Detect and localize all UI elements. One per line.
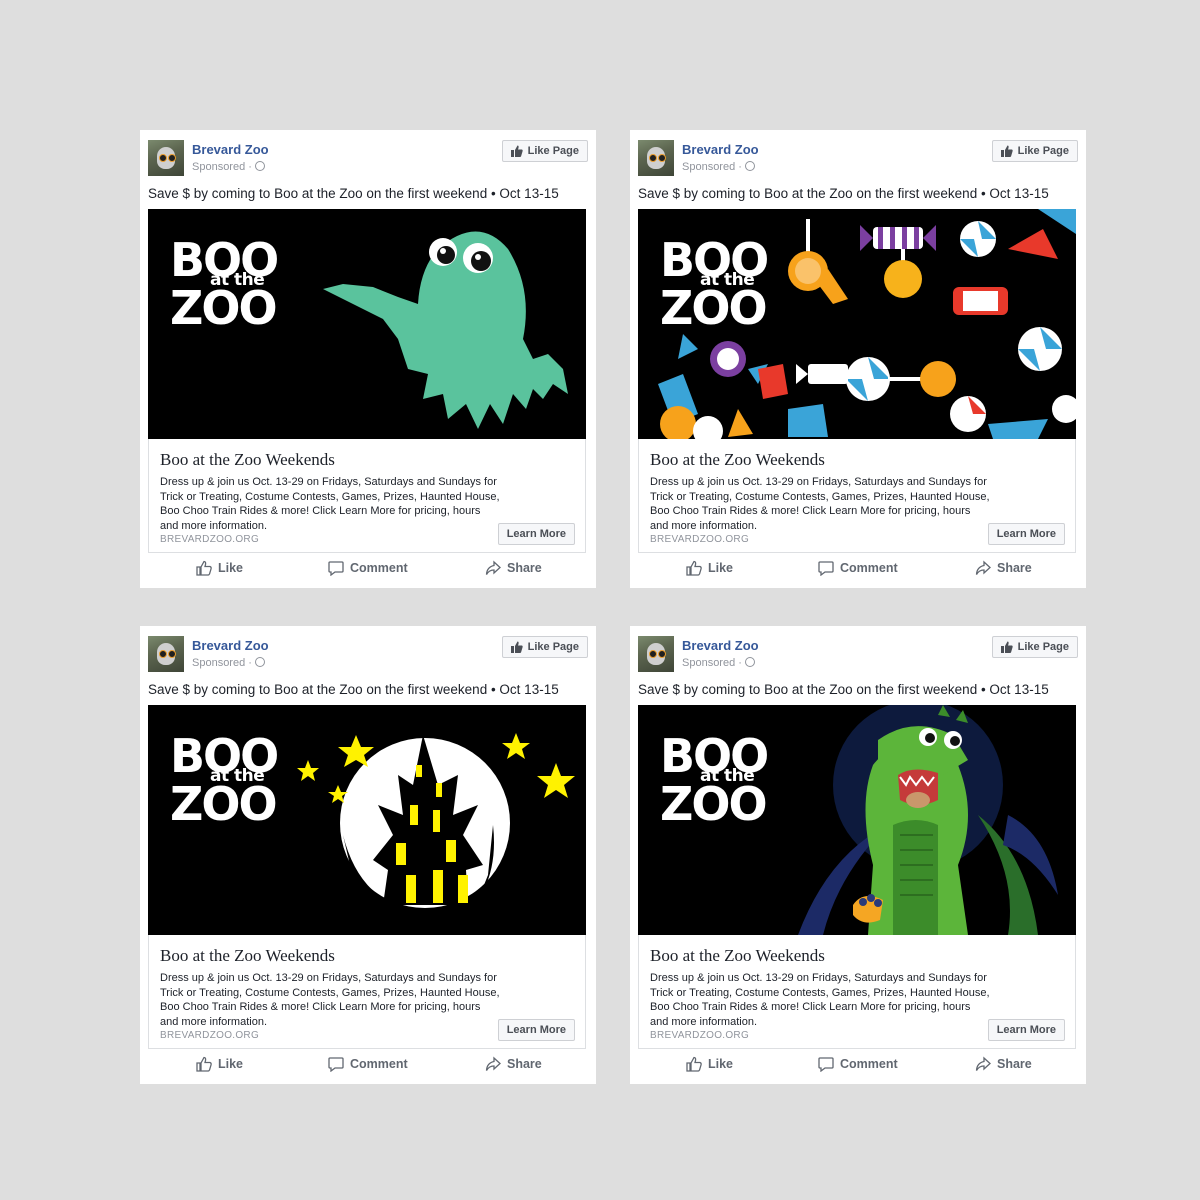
post-message: Save $ by coming to Boo at the Zoo on th…	[638, 186, 1049, 201]
card-domain: BREVARDZOO.ORG	[650, 534, 750, 545]
post-header: Brevard Zoo Sponsored · Like Page	[148, 140, 588, 178]
comment-icon	[818, 561, 834, 576]
share-icon	[485, 1056, 501, 1071]
ad-banner-image[interactable]: BOO at the ZOO	[148, 209, 586, 439]
ad-banner-image[interactable]: BOO at the ZOO	[638, 209, 1076, 439]
like-page-button[interactable]: Like Page	[991, 636, 1078, 658]
share-button[interactable]: Share	[485, 1056, 542, 1072]
share-button[interactable]: Share	[485, 560, 542, 576]
post-header: Brevard Zoo Sponsored · Like Page	[638, 636, 1078, 674]
ad-post: Brevard Zoo Sponsored · Like Page Save $…	[140, 130, 596, 588]
share-icon	[975, 1056, 991, 1071]
like-button[interactable]: Like	[196, 560, 243, 576]
card-title[interactable]: Boo at the Zoo Weekends	[650, 946, 825, 966]
card-title[interactable]: Boo at the Zoo Weekends	[160, 946, 335, 966]
card-description: Dress up & join us Oct. 13-29 on Fridays…	[650, 476, 990, 532]
card-description: Dress up & join us Oct. 13-29 on Fridays…	[160, 972, 500, 1028]
comment-button[interactable]: Comment	[818, 560, 898, 576]
thumbs-up-icon	[1000, 641, 1013, 653]
page-avatar[interactable]	[638, 636, 674, 672]
boo-at-the-zoo-logo: BOO at the ZOO	[660, 729, 769, 831]
share-icon	[975, 560, 991, 575]
ad-banner-image[interactable]: BOO at the ZOO	[148, 705, 586, 935]
post-message: Save $ by coming to Boo at the Zoo on th…	[148, 682, 559, 697]
card-description: Dress up & join us Oct. 13-29 on Fridays…	[160, 476, 500, 532]
card-title[interactable]: Boo at the Zoo Weekends	[650, 450, 825, 470]
post-actions: Like Comment Share	[638, 1056, 1076, 1078]
comment-icon	[328, 561, 344, 576]
globe-icon	[254, 161, 265, 171]
ad-post: Brevard Zoo Sponsored · Like Page Save $…	[630, 130, 1086, 588]
page-name-link[interactable]: Brevard Zoo	[192, 142, 269, 157]
post-actions: Like Comment Share	[638, 560, 1076, 582]
page-avatar[interactable]	[148, 140, 184, 176]
page-avatar[interactable]	[148, 636, 184, 672]
ad-post: Brevard Zoo Sponsored · Like Page Save $…	[630, 626, 1086, 1084]
like-button[interactable]: Like	[686, 1056, 733, 1072]
page-name-link[interactable]: Brevard Zoo	[682, 142, 759, 157]
post-actions: Like Comment Share	[148, 560, 586, 582]
page-name-link[interactable]: Brevard Zoo	[192, 638, 269, 653]
comment-button[interactable]: Comment	[328, 1056, 408, 1072]
post-header: Brevard Zoo Sponsored · Like Page	[148, 636, 588, 674]
post-header: Brevard Zoo Sponsored · Like Page	[638, 140, 1078, 178]
page-avatar[interactable]	[638, 140, 674, 176]
boo-at-the-zoo-logo: BOO at the ZOO	[660, 233, 769, 335]
learn-more-button[interactable]: Learn More	[497, 523, 575, 545]
post-message: Save $ by coming to Boo at the Zoo on th…	[638, 682, 1049, 697]
thumbs-up-icon	[510, 641, 523, 653]
globe-icon	[744, 161, 755, 171]
link-card[interactable]: Boo at the Zoo Weekends Dress up & join …	[148, 439, 586, 553]
thumbs-up-icon	[196, 560, 212, 576]
link-card[interactable]: Boo at the Zoo Weekends Dress up & join …	[638, 935, 1076, 1049]
like-page-button[interactable]: Like Page	[991, 140, 1078, 162]
thumbs-up-icon	[196, 1056, 212, 1072]
boo-at-the-zoo-logo: BOO at the ZOO	[170, 729, 279, 831]
sponsored-label: Sponsored ·	[682, 161, 755, 173]
sponsored-label: Sponsored ·	[192, 657, 265, 669]
thumbs-up-icon	[510, 145, 523, 157]
like-button[interactable]: Like	[196, 1056, 243, 1072]
comment-icon	[328, 1057, 344, 1072]
post-message: Save $ by coming to Boo at the Zoo on th…	[148, 186, 559, 201]
comment-button[interactable]: Comment	[818, 1056, 898, 1072]
card-domain: BREVARDZOO.ORG	[160, 1030, 260, 1041]
share-button[interactable]: Share	[975, 1056, 1032, 1072]
post-actions: Like Comment Share	[148, 1056, 586, 1078]
ad-post: Brevard Zoo Sponsored · Like Page Save $…	[140, 626, 596, 1084]
learn-more-button[interactable]: Learn More	[987, 1019, 1065, 1041]
link-card[interactable]: Boo at the Zoo Weekends Dress up & join …	[638, 439, 1076, 553]
ad-banner-image[interactable]: BOO at the ZOO	[638, 705, 1076, 935]
globe-icon	[254, 657, 265, 667]
sponsored-label: Sponsored ·	[682, 657, 755, 669]
globe-icon	[744, 657, 755, 667]
thumbs-up-icon	[686, 1056, 702, 1072]
comment-button[interactable]: Comment	[328, 560, 408, 576]
card-domain: BREVARDZOO.ORG	[650, 1030, 750, 1041]
share-button[interactable]: Share	[975, 560, 1032, 576]
sponsored-label: Sponsored ·	[192, 161, 265, 173]
thumbs-up-icon	[1000, 145, 1013, 157]
thumbs-up-icon	[686, 560, 702, 576]
comment-icon	[818, 1057, 834, 1072]
link-card[interactable]: Boo at the Zoo Weekends Dress up & join …	[148, 935, 586, 1049]
share-icon	[485, 560, 501, 575]
like-page-button[interactable]: Like Page	[501, 140, 588, 162]
card-domain: BREVARDZOO.ORG	[160, 534, 260, 545]
boo-at-the-zoo-logo: BOO at the ZOO	[170, 233, 279, 335]
learn-more-button[interactable]: Learn More	[497, 1019, 575, 1041]
page-name-link[interactable]: Brevard Zoo	[682, 638, 759, 653]
card-title[interactable]: Boo at the Zoo Weekends	[160, 450, 335, 470]
card-description: Dress up & join us Oct. 13-29 on Fridays…	[650, 972, 990, 1028]
learn-more-button[interactable]: Learn More	[987, 523, 1065, 545]
like-button[interactable]: Like	[686, 560, 733, 576]
like-page-button[interactable]: Like Page	[501, 636, 588, 658]
